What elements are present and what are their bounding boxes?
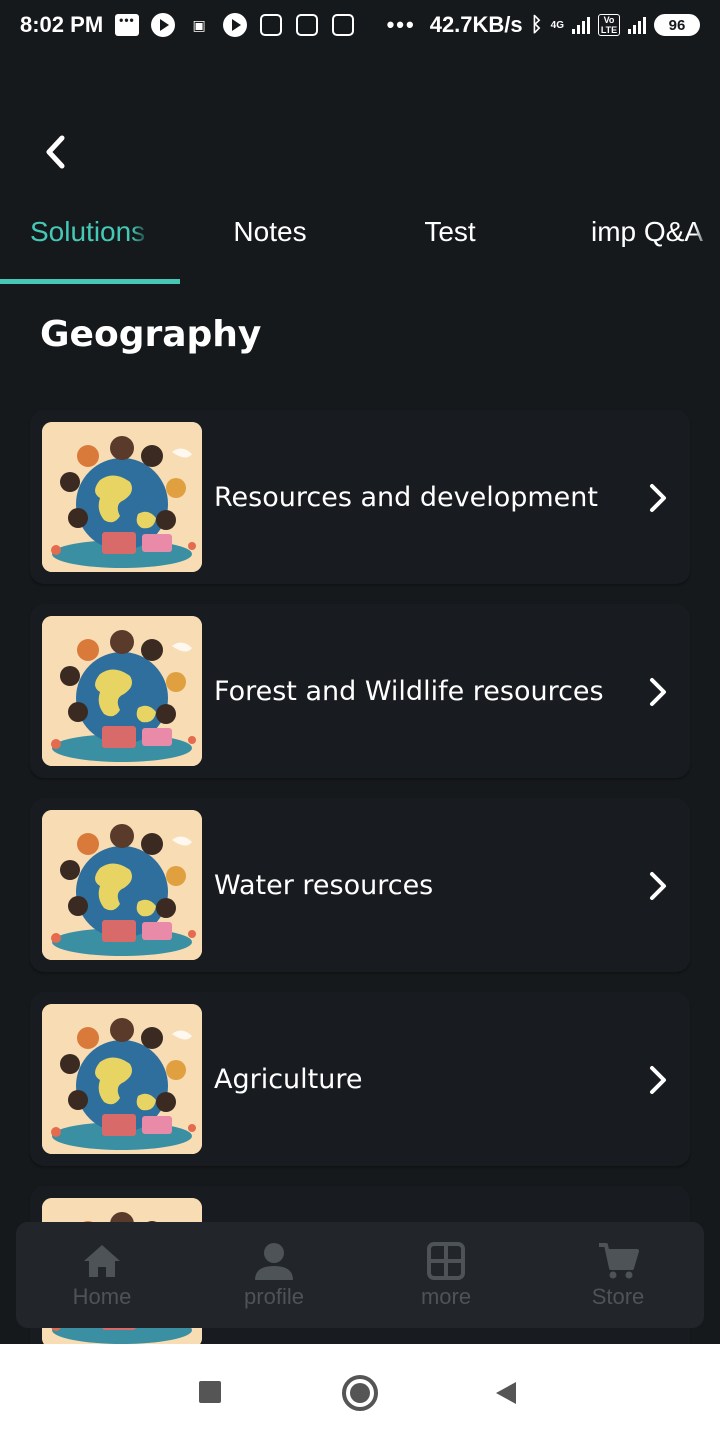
tab-label: Test <box>424 216 476 247</box>
chapter-title: Agriculture <box>214 1063 363 1095</box>
chapter-thumbnail <box>42 810 202 960</box>
tab-imp-qa[interactable]: imp Q&A <box>540 200 720 284</box>
tab-notes[interactable]: Notes <box>180 200 360 284</box>
grid-icon <box>427 1242 465 1280</box>
person-icon <box>255 1243 293 1280</box>
tab-label: Notes <box>233 216 307 247</box>
chapter-title: Resources and development <box>214 481 598 513</box>
chapter-title: Water resources <box>214 869 434 901</box>
nav-label: Store <box>591 1284 645 1309</box>
signal-icon <box>628 16 646 34</box>
status-time: 8:02 PM <box>20 12 104 37</box>
home-system-button[interactable] <box>342 1375 378 1411</box>
list-item[interactable]: Agriculture <box>30 992 690 1166</box>
play-icon <box>223 13 248 37</box>
chevron-right-icon <box>646 1064 670 1096</box>
home-circle-icon <box>350 1383 370 1403</box>
list-item[interactable]: Resources and development <box>30 410 690 584</box>
tab-label: Solutions <box>30 216 146 247</box>
chevron-right-icon <box>646 870 670 902</box>
nav-profile[interactable]: profile <box>188 1222 360 1328</box>
nav-label: more <box>420 1284 472 1309</box>
status-bar: 8:02 PM ▣ ••• 42.7KB/s ᛒ 4G Vo LTE 96 <box>0 0 720 50</box>
calculator-icon <box>295 13 319 37</box>
active-tab-indicator <box>0 279 180 284</box>
bottom-nav: Home profile more Store <box>16 1222 704 1328</box>
bluetooth-icon: ᛒ <box>530 13 543 36</box>
back-button[interactable] <box>34 128 78 176</box>
volte-label: Vo LTE <box>598 14 620 36</box>
message-icon <box>115 13 140 37</box>
page-title: Geography <box>40 314 262 355</box>
tab-label: imp Q&A <box>591 216 704 247</box>
network-speed: 42.7KB/s <box>429 12 523 37</box>
tab-bar: Solutions Notes Test imp Q&A <box>0 200 720 284</box>
calculator-icon <box>331 13 355 37</box>
cart-icon <box>599 1243 639 1279</box>
camera-icon: ▣ <box>192 16 206 33</box>
chevron-right-icon <box>646 676 670 708</box>
tab-solutions[interactable]: Solutions <box>0 200 180 284</box>
tab-test[interactable]: Test <box>360 200 540 284</box>
network-type: 4G <box>550 19 564 31</box>
nav-label: profile <box>244 1284 304 1309</box>
chapter-thumbnail <box>42 1004 202 1154</box>
nav-more[interactable]: more <box>360 1222 532 1328</box>
more-dots: ••• <box>386 12 416 37</box>
chevron-left-icon <box>46 135 65 169</box>
chapter-thumbnail <box>42 616 202 766</box>
calculator-icon <box>259 13 283 37</box>
play-icon <box>151 13 176 37</box>
signal-icon <box>572 16 590 34</box>
chapter-title: Forest and Wildlife resources <box>214 675 604 707</box>
nav-label: Home <box>72 1284 132 1309</box>
home-icon <box>84 1245 120 1277</box>
nav-home[interactable]: Home <box>16 1222 188 1328</box>
nav-store[interactable]: Store <box>532 1222 704 1328</box>
battery-icon: 96 <box>654 14 700 36</box>
list-item[interactable]: Water resources <box>30 798 690 972</box>
list-item[interactable]: Forest and Wildlife resources <box>30 604 690 778</box>
system-nav-bar <box>0 1344 720 1440</box>
chevron-right-icon <box>646 482 670 514</box>
chapter-thumbnail <box>42 422 202 572</box>
recent-apps-button[interactable] <box>199 1381 221 1403</box>
back-triangle-icon[interactable] <box>494 1380 518 1406</box>
